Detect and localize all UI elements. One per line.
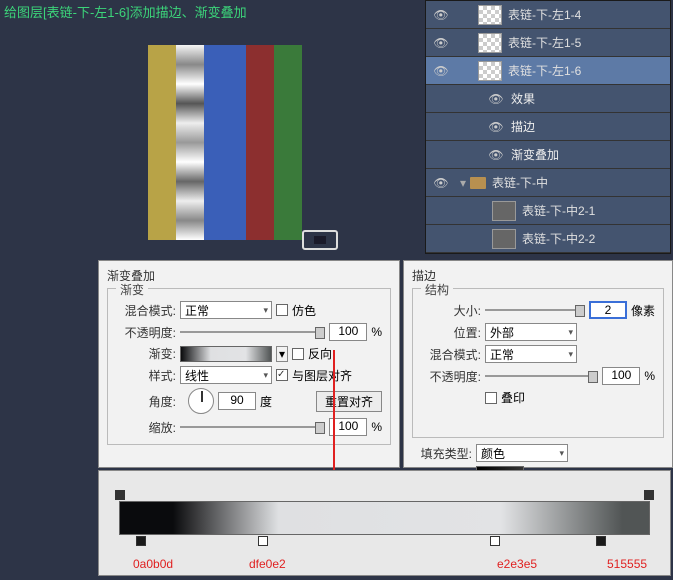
overprint-checkbox[interactable] xyxy=(485,392,497,404)
arrow-annotation xyxy=(333,350,335,484)
color-stop[interactable] xyxy=(136,536,146,546)
reverse-checkbox[interactable] xyxy=(292,348,304,360)
visibility-icon[interactable]: 👁 xyxy=(426,8,456,22)
position-select[interactable]: 外部 xyxy=(485,323,577,341)
opacity-stop[interactable] xyxy=(644,490,654,500)
layer-folder-row[interactable]: 👁▾表链-下-中 xyxy=(426,169,670,197)
opacity-slider[interactable] xyxy=(485,368,598,384)
stroke-dialog: 描边 结构 大小:2像素 位置:外部 混合模式:正常 不透明度:100% 叠印 … xyxy=(403,260,673,468)
opacity-input[interactable]: 100 xyxy=(602,367,640,385)
opacity-input[interactable]: 100 xyxy=(329,323,367,341)
scale-input[interactable]: 100 xyxy=(329,418,367,436)
chevron-down-icon[interactable]: ▾ xyxy=(460,176,466,190)
group-title: 渐变 xyxy=(116,281,148,298)
gradient-track[interactable] xyxy=(119,501,650,535)
angle-dial[interactable] xyxy=(188,388,214,414)
layer-fx-row[interactable]: 👁渐变叠加 xyxy=(426,141,670,169)
opacity-slider[interactable] xyxy=(180,324,325,340)
color-stop[interactable] xyxy=(258,536,268,546)
visibility-icon[interactable]: 👁 xyxy=(426,64,456,78)
opacity-stop[interactable] xyxy=(115,490,125,500)
stop-value-label: e2e3e5 xyxy=(497,557,537,571)
layer-row[interactable]: 👁表链-下-左1-5 xyxy=(426,29,670,57)
stop-value-label: dfe0e2 xyxy=(249,557,286,571)
scale-slider[interactable] xyxy=(180,419,325,435)
gradient-picker[interactable] xyxy=(180,346,272,362)
visibility-icon[interactable]: 👁 xyxy=(426,176,456,190)
selection-marker xyxy=(302,230,338,250)
dialog-title: 渐变叠加 xyxy=(107,267,391,284)
canvas-preview xyxy=(130,0,400,260)
blend-mode-select[interactable]: 正常 xyxy=(180,301,272,319)
style-select[interactable]: 线性 xyxy=(180,366,272,384)
layer-row[interactable]: 表链-下-中2-1 xyxy=(426,197,670,225)
filltype-select[interactable]: 颜色 xyxy=(476,444,568,462)
folder-icon xyxy=(470,177,486,189)
layers-panel: 👁表链-下-左1-4 👁表链-下-左1-5 👁表链-下-左1-6 👁效果 👁描边… xyxy=(425,0,671,254)
layer-row[interactable]: 👁表链-下-左1-4 xyxy=(426,1,670,29)
size-input[interactable]: 2 xyxy=(589,301,627,319)
blend-mode-select[interactable]: 正常 xyxy=(485,345,577,363)
angle-input[interactable]: 90 xyxy=(218,392,256,410)
layer-fx-row[interactable]: 👁效果 xyxy=(426,85,670,113)
color-stop[interactable] xyxy=(596,536,606,546)
layer-fx-row[interactable]: 👁描边 xyxy=(426,113,670,141)
stop-value-label: 515555 xyxy=(607,557,647,571)
gradient-overlay-dialog: 渐变叠加 渐变 混合模式:正常仿色 不透明度:100% 渐变:▾反向 样式:线性… xyxy=(98,260,400,468)
layer-row[interactable]: 表链-下-中2-2 xyxy=(426,225,670,253)
stop-value-label: 0a0b0d xyxy=(133,557,173,571)
color-stop[interactable] xyxy=(490,536,500,546)
gradient-dropdown[interactable]: ▾ xyxy=(276,346,288,362)
dither-checkbox[interactable] xyxy=(276,304,288,316)
align-checkbox[interactable] xyxy=(276,369,288,381)
visibility-icon[interactable]: 👁 xyxy=(426,36,456,50)
layer-row-selected[interactable]: 👁表链-下-左1-6 xyxy=(426,57,670,85)
group-title: 结构 xyxy=(421,281,453,298)
size-slider[interactable] xyxy=(485,302,585,318)
reset-align-button[interactable]: 重置对齐 xyxy=(316,391,382,412)
gradient-editor: 0a0b0d dfe0e2 e2e3e5 515555 xyxy=(98,470,671,576)
